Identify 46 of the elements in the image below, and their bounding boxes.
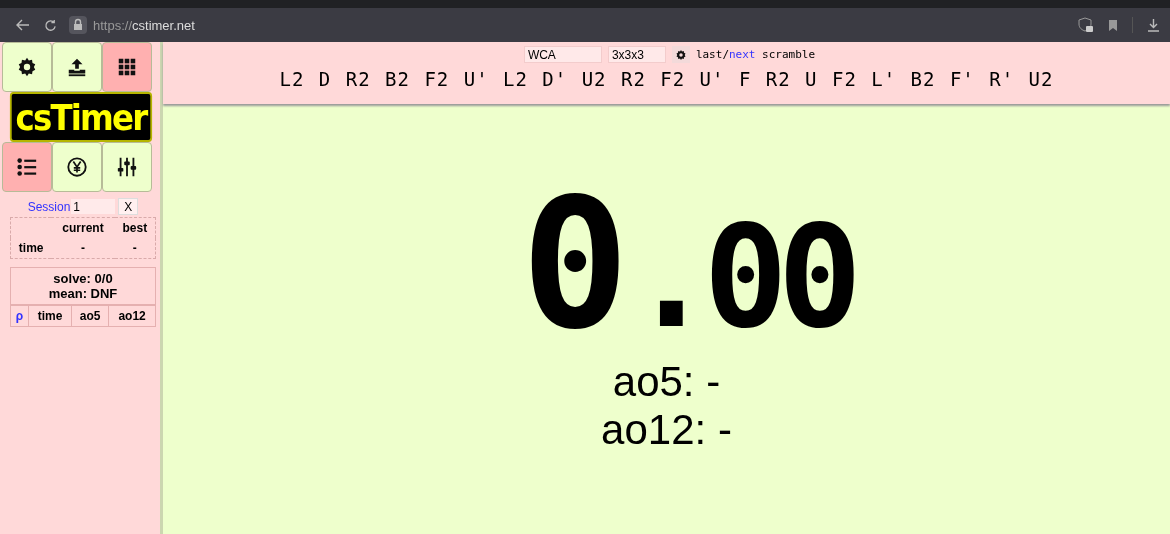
shield-icon[interactable] [1078,17,1094,33]
sliders-icon [116,156,138,178]
mean-value: mean: DNF [47,286,119,301]
gear-icon [16,56,38,78]
scramble-label: scramble [761,48,816,61]
session-field[interactable]: 1 [71,199,116,214]
table-cell: - [114,238,156,259]
grid-icon [116,56,138,78]
toolbar-button[interactable] [102,142,152,192]
lock-icon[interactable] [69,16,87,34]
column-header: best [114,217,156,238]
row-header: time [10,238,52,259]
gear-icon [674,48,687,61]
average-value[interactable]: ao5: - [612,358,721,406]
yen-icon [66,156,88,178]
toolbar-button[interactable] [2,42,52,92]
toolbar-button[interactable] [102,42,152,92]
address-bar[interactable]: https://cstimer.net [93,17,195,33]
scramble-type-select[interactable]: WCA [523,46,602,63]
column-header[interactable]: ao5 [71,305,109,327]
column-header[interactable]: time [28,305,72,327]
upload-icon [66,56,88,78]
column-header[interactable]: ao12 [108,305,156,327]
column-header: current [51,217,115,238]
next-link[interactable]: next [729,48,756,61]
toolbar-button[interactable] [52,42,102,92]
download-icon[interactable] [1147,18,1160,32]
solve-count: solve: 0/0 [52,271,114,286]
puzzle-select[interactable]: 3x3x3 [607,46,666,63]
search-link[interactable]: ρ [10,305,29,327]
separator: / [722,48,729,61]
settings-button[interactable] [671,46,690,63]
back-icon[interactable] [16,19,30,31]
toolbar-button[interactable] [52,142,102,192]
reload-icon[interactable] [44,18,57,32]
session-label: Session [27,199,71,214]
toolbar-button[interactable] [2,142,52,192]
list-icon [16,156,38,178]
timer-display[interactable]: 0.00 [520,174,853,354]
close-button[interactable]: X [118,198,139,215]
bookmark-icon[interactable] [1108,18,1118,32]
last-link[interactable]: last [695,48,723,61]
average-value[interactable]: ao12: - [601,406,732,454]
cstimer-logo: csTimer [9,92,153,142]
table-cell: - [51,238,115,259]
scramble-text: L2 D R2 B2 F2 U' L2 D' U2 R2 F2 U' F R2 U F2 L' B2 F' R' U2 [279,68,1054,90]
